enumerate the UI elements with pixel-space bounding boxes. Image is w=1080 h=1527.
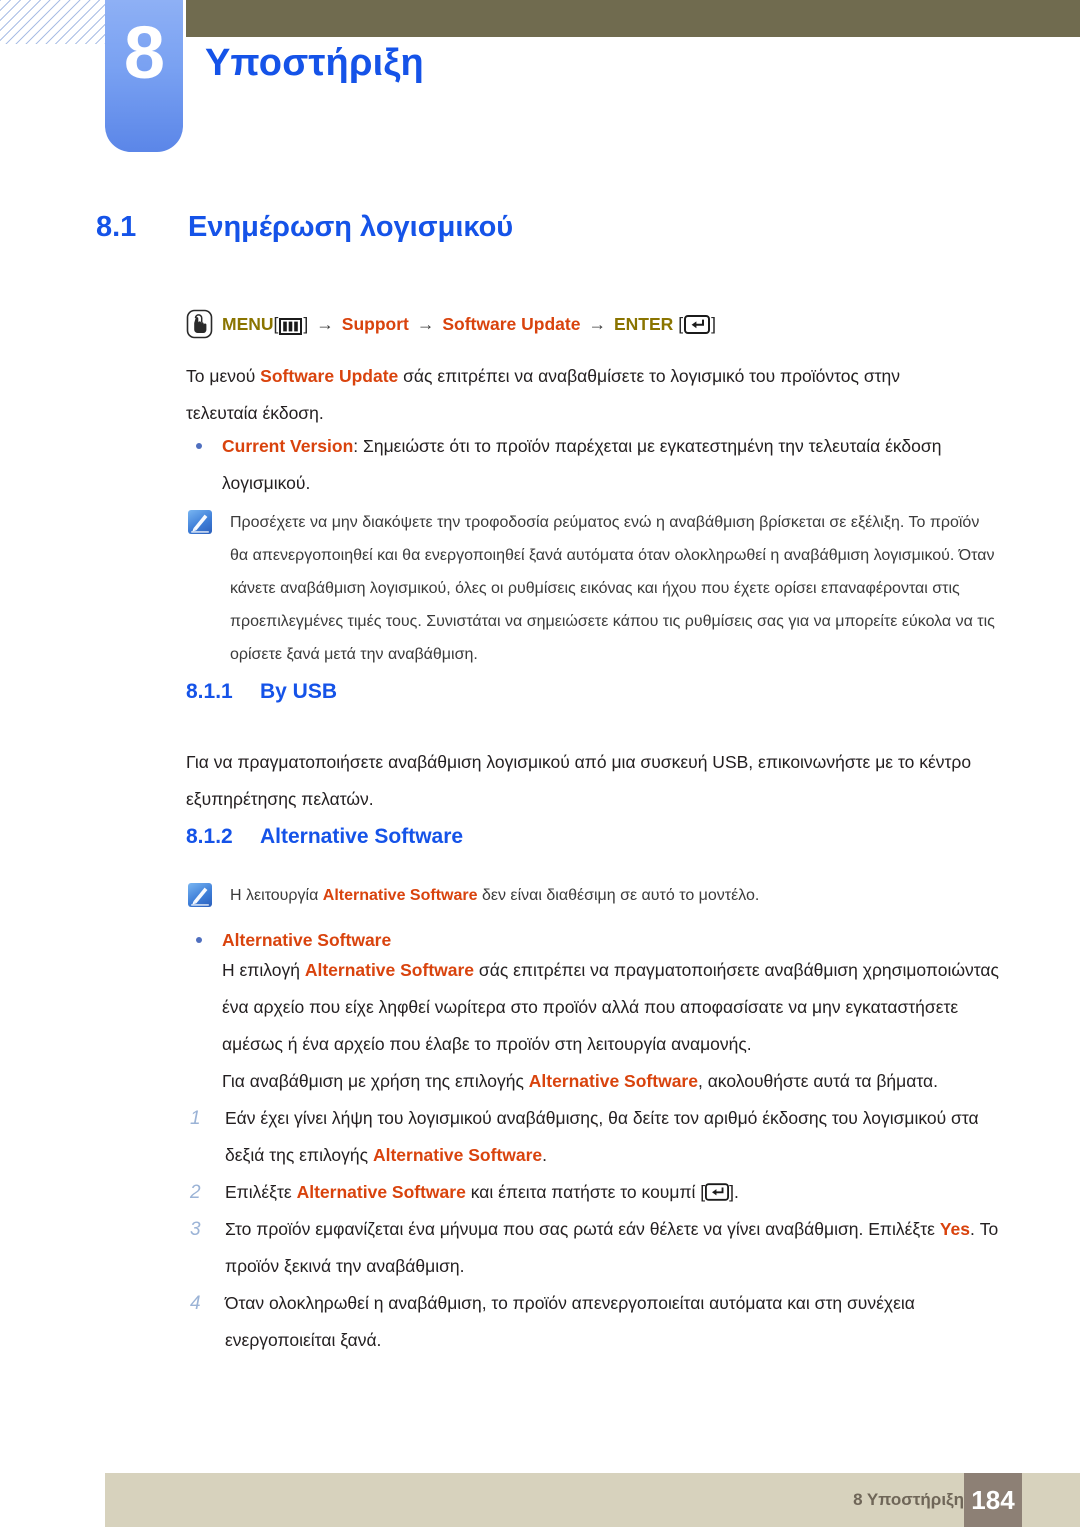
intro-bold: Software Update: [260, 366, 399, 386]
bracket-open: [: [273, 314, 279, 334]
step-text: Όταν ολοκληρωθεί η αναβάθμιση, το προϊόν…: [225, 1285, 1004, 1359]
step-item: 2 Επιλέξτε Alternative Software και έπει…: [190, 1174, 1004, 1211]
step-pre: Στο προϊόν εμφανίζεται ένα μήνυμα που σα…: [225, 1219, 940, 1239]
bracket-close-2: ]: [711, 314, 716, 334]
alt-p1-pre: Η επιλογή: [222, 960, 305, 980]
note-alt-pre: Η λειτουργία: [230, 887, 323, 904]
note-alt-unavailable: Η λειτουργία Alternative Software δεν εί…: [188, 879, 1000, 912]
usb-paragraph: Για να πραγματοποιήσετε αναβάθμιση λογισ…: [186, 752, 972, 809]
step-post: και έπειτα πατήστε το κουμπί [: [465, 1182, 706, 1202]
alt-p2-pre: Για αναβάθμιση με χρήση της επιλογής: [222, 1071, 529, 1091]
step-number: 3: [190, 1219, 201, 1240]
enter-label: ENTER: [613, 314, 674, 334]
manual-page: 8 Υποστήριξη 8.1 Ενημέρωση λογισμικού MEN…: [0, 0, 1080, 1527]
chapter-title: Υποστήριξη: [205, 42, 424, 84]
section-number: 8.1: [96, 211, 137, 243]
menu-step-software-update: Software Update: [442, 314, 581, 334]
arrow-1: →: [316, 314, 334, 334]
alt-p2-post: , ακολουθήστε αυτά τα βήματα.: [697, 1071, 938, 1091]
alt-paragraph-2: Για αναβάθμιση με χρήση της επιλογής Alt…: [222, 1063, 1004, 1100]
step-bold: Alternative Software: [296, 1182, 466, 1202]
subsection-usb-number: 8.1.1: [186, 680, 233, 703]
note-pen-icon: [188, 510, 212, 534]
step-text: Στο προϊόν εμφανίζεται ένα μήνυμα που σα…: [225, 1211, 1004, 1285]
step-bold: Yes: [939, 1219, 970, 1239]
arrow-3: →: [588, 314, 606, 334]
alt-p1-bold: Alternative Software: [304, 960, 475, 980]
step-item: 1 Εάν έχει γίνει λήψη του λογισμικού ανα…: [190, 1100, 1004, 1174]
header-bar: [186, 0, 1080, 37]
menu-bars-icon: [279, 316, 303, 335]
note-text: Προσέχετε να μην διακόψετε την τροφοδοσί…: [230, 514, 995, 663]
subsection-alt-title: Alternative Software: [260, 825, 464, 848]
step-item: 3 Στο προϊόν εμφανίζεται ένα μήνυμα που …: [190, 1211, 1004, 1285]
decorative-hatch-pattern: [0, 0, 108, 44]
chapter-number: 8: [123, 11, 165, 94]
page-footer: 8 Υποστήριξη 184: [105, 1473, 1080, 1527]
step-number: 1: [190, 1108, 201, 1129]
subsection-alt-number: 8.1.2: [186, 825, 233, 848]
step-number: 4: [190, 1293, 201, 1314]
step-text: Επιλέξτε Alternative Software και έπειτα…: [225, 1174, 1004, 1211]
footer-page-number: 184: [964, 1473, 1022, 1527]
note-alt-post: δεν είναι διαθέσιμη σε αυτό το μοντέλο.: [477, 887, 760, 904]
step-post: .: [542, 1145, 548, 1165]
subsection-usb-title: By USB: [260, 680, 338, 703]
arrow-2: →: [416, 314, 435, 334]
alt-p2-bold: Alternative Software: [528, 1071, 698, 1091]
step-item: 4 Όταν ολοκληρωθεί η αναβάθμιση, το προϊ…: [190, 1285, 1004, 1359]
hand-press-icon: [186, 309, 213, 339]
note-power-warning: Προσέχετε να μην διακόψετε την τροφοδοσί…: [188, 506, 1000, 671]
menu-path: MENU [ ] → Support → Software Update → E…: [186, 309, 716, 339]
alt-paragraph-1: Η επιλογή Alternative Software σάς επιτρ…: [222, 952, 1004, 1063]
bullet-dot-icon: [196, 428, 222, 502]
step-tail: ].: [729, 1182, 739, 1202]
step-bold: Alternative Software: [372, 1145, 543, 1165]
step-pre: Επιλέξτε: [225, 1182, 297, 1202]
step-text: Εάν έχει γίνει λήψη του λογισμικού αναβά…: [225, 1100, 1004, 1174]
enter-key-icon: [684, 314, 711, 334]
bullet-text: Current Version: Σημειώστε ότι το προϊόν…: [222, 428, 986, 502]
subsection-heading-alt: 8.1.2 Alternative Software: [186, 822, 463, 852]
step-pre: Εάν έχει γίνει λήψη του λογισμικού αναβά…: [225, 1108, 979, 1165]
step-pre: Όταν ολοκληρωθεί η αναβάθμιση, το προϊόν…: [225, 1293, 915, 1350]
bullet-bold: Current Version: [222, 436, 354, 456]
intro-pre: Το μενού: [186, 366, 261, 386]
intro-paragraph: Το μενού Software Update σάς επιτρέπει ν…: [186, 358, 946, 432]
bullet-dot-icon: [196, 922, 222, 959]
footer-chapter-label: 8 Υποστήριξη: [853, 1490, 964, 1509]
section-heading: 8.1 Ενημέρωση λογισμικού: [96, 208, 513, 246]
menu-step-support: Support: [341, 314, 409, 334]
step-number: 2: [190, 1182, 201, 1203]
note-alt-text: Η λειτουργία Alternative Software δεν εί…: [230, 879, 1000, 912]
chapter-tab: 8: [105, 0, 183, 152]
note-pen-icon: [188, 883, 212, 907]
menu-label: MENU: [222, 314, 274, 334]
bullet-current-version: Current Version: Σημειώστε ότι το προϊόν…: [196, 428, 986, 502]
section-title: Ενημέρωση λογισμικού: [188, 211, 514, 243]
subsection-heading-usb: 8.1.1 By USB: [186, 677, 337, 707]
note-alt-bold: Alternative Software: [322, 887, 478, 904]
bracket-open-2: [: [678, 314, 684, 334]
enter-key-icon: [705, 1177, 730, 1201]
